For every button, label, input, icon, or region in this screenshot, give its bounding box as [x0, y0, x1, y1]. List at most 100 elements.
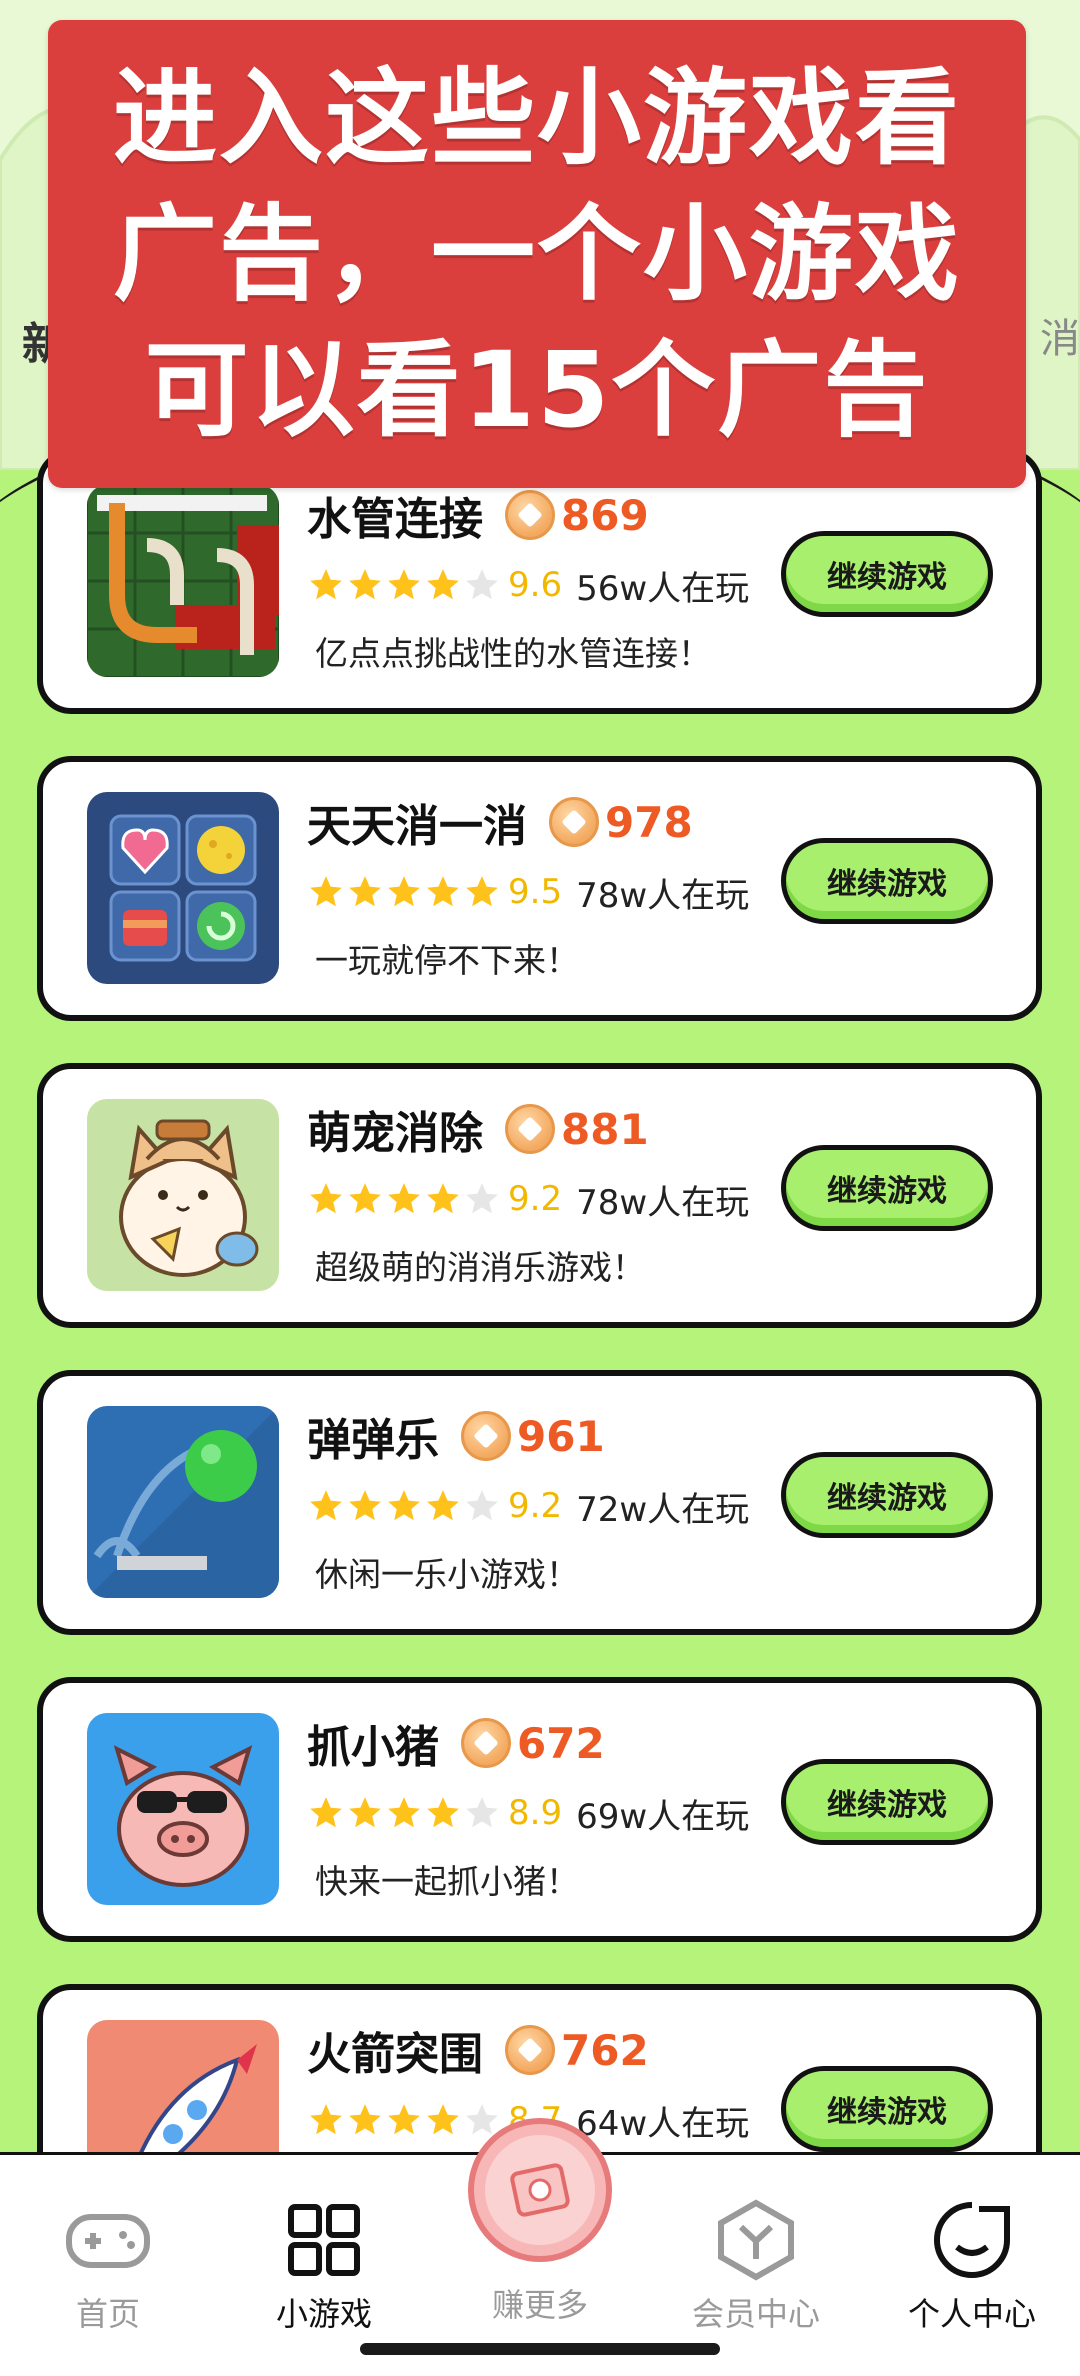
star-filled-icon [427, 569, 459, 600]
star-filled-icon [388, 1797, 420, 1828]
rating-row: 9.5 78w人在玩 [307, 866, 749, 918]
player-count: 56w人在玩 [576, 568, 750, 609]
star-filled-icon [388, 1183, 420, 1214]
rating-score: 9.5 [508, 872, 563, 912]
game-title: 火箭突围 [307, 2029, 483, 2080]
coin-icon [549, 797, 599, 847]
game-title: 萌宠消除 [307, 1108, 483, 1159]
nav-item-home[interactable]: 首页 [28, 2195, 188, 2335]
banner-line-3: 可以看15个广告 [144, 329, 930, 451]
continue-game-button[interactable]: 继续游戏 [781, 1759, 993, 1845]
rating-score: 9.2 [508, 1486, 563, 1526]
continue-game-button[interactable]: 继续游戏 [781, 2066, 993, 2152]
coin-icon [505, 2025, 555, 2075]
coin-reward: 881 [561, 1104, 649, 1154]
title-row: 水管连接 869 [307, 483, 649, 547]
coin-icon [461, 1411, 511, 1461]
star-filled-icon [310, 1183, 342, 1214]
continue-game-button[interactable]: 继续游戏 [781, 1145, 993, 1231]
star-filled-icon [388, 1490, 420, 1521]
player-count: 78w人在玩 [576, 1182, 750, 1223]
player-count: 64w人在玩 [576, 2103, 750, 2144]
game-title: 天天消一消 [307, 801, 527, 852]
banner-line-1: 进入这些小游戏看 [112, 57, 961, 179]
title-row: 火箭突围 762 [307, 2018, 649, 2082]
game-description: 快来一起抓小猪！ [315, 1862, 579, 1901]
home-indicator [360, 2343, 720, 2355]
earn-more-button[interactable] [468, 2118, 612, 2262]
coin-reward: 762 [561, 2025, 649, 2075]
rating-score: 9.2 [508, 1179, 563, 1219]
star-filled-icon [427, 2104, 459, 2135]
star-empty-icon [466, 569, 498, 600]
game-description: 一玩就停不下来！ [315, 941, 579, 980]
star-filled-icon [310, 1490, 342, 1521]
nav-label-home: 首页 [75, 2295, 140, 2333]
rating-row: 9.6 56w人在玩 [307, 559, 749, 611]
hexagon-y-icon [718, 2199, 794, 2281]
star-filled-icon [349, 2104, 381, 2135]
nav-item-mini-games[interactable]: 小游戏 [244, 2195, 404, 2335]
star-filled-icon [388, 2104, 420, 2135]
game-card-match[interactable]: 天天消一消 978 9.5 78w人在玩 一玩就停不下来！ 继续游戏 [37, 756, 1042, 1021]
title-row: 萌宠消除 881 [307, 1097, 649, 1161]
candy-match-icon [87, 792, 279, 984]
rating-score: 8.9 [508, 1793, 563, 1833]
continue-game-button[interactable]: 继续游戏 [781, 1452, 993, 1538]
continue-game-button[interactable]: 继续游戏 [781, 838, 993, 924]
player-count: 72w人在玩 [576, 1489, 750, 1530]
game-title: 水管连接 [307, 494, 483, 545]
star-filled-icon [349, 1797, 381, 1828]
star-rating [307, 566, 502, 604]
title-row: 抓小猪 672 [307, 1711, 605, 1775]
star-filled-icon [310, 876, 342, 907]
star-filled-icon [349, 1183, 381, 1214]
star-filled-icon [427, 1490, 459, 1521]
pipe-puzzle-icon [87, 485, 279, 677]
title-row: 弹弹乐 961 [307, 1404, 605, 1468]
player-count: 69w人在玩 [576, 1796, 750, 1837]
game-card-pet[interactable]: 萌宠消除 881 9.2 78w人在玩 超级萌的消消乐游戏！ 继续游戏 [37, 1063, 1042, 1328]
earn-more-button-inner [485, 2135, 595, 2245]
coin-icon [461, 1718, 511, 1768]
star-filled-icon [349, 569, 381, 600]
star-rating [307, 2101, 502, 2139]
cute-cat-icon [87, 1099, 279, 1291]
nav-label-member-center: 会员中心 [691, 2295, 820, 2333]
nav-label-earn-more: 赚更多 [491, 2286, 588, 2324]
coin-reward: 672 [517, 1718, 605, 1768]
star-filled-icon [388, 569, 420, 600]
rating-row: 9.2 72w人在玩 [307, 1480, 749, 1532]
game-card-pipe[interactable]: 水管连接 869 9.6 56w人在玩 亿点点挑战性的水管连接！ 继续游戏 [37, 449, 1042, 714]
nav-item-personal-center[interactable]: 个人中心 [892, 2195, 1052, 2335]
pig-icon [87, 1713, 279, 1905]
star-filled-icon [427, 1797, 459, 1828]
nav-item-member-center[interactable]: 会员中心 [676, 2195, 836, 2335]
nav-label-personal-center: 个人中心 [907, 2295, 1036, 2333]
game-card-bounce[interactable]: 弹弹乐 961 9.2 72w人在玩 休闲一乐小游戏！ 继续游戏 [37, 1370, 1042, 1635]
star-filled-icon [349, 1490, 381, 1521]
title-row: 天天消一消 978 [307, 790, 693, 854]
promo-banner-overlay: 进入这些小游戏看 广告，一个小游戏 可以看15个广告 [48, 20, 1026, 488]
star-filled-icon [310, 569, 342, 600]
coin-reward: 869 [561, 490, 649, 540]
star-filled-icon [388, 876, 420, 907]
game-title: 弹弹乐 [307, 1415, 439, 1466]
star-rating [307, 1180, 502, 1218]
banner-line-2: 广告，一个小游戏 [112, 193, 961, 315]
coin-icon [505, 490, 555, 540]
star-rating [307, 1794, 502, 1832]
coin-icon [505, 1104, 555, 1154]
continue-game-button[interactable]: 继续游戏 [781, 531, 993, 617]
coin-reward: 978 [605, 797, 693, 847]
coin-reward: 961 [517, 1411, 605, 1461]
grid-icon [288, 2204, 360, 2276]
game-card-pig[interactable]: 抓小猪 672 8.9 69w人在玩 快来一起抓小猪！ 继续游戏 [37, 1677, 1042, 1942]
star-filled-icon [310, 2104, 342, 2135]
game-description: 超级萌的消消乐游戏！ [315, 1248, 645, 1287]
star-empty-icon [466, 1183, 498, 1214]
cash-stack-icon [510, 2163, 570, 2217]
player-count: 78w人在玩 [576, 875, 750, 916]
star-rating [307, 873, 502, 911]
star-rating [307, 1487, 502, 1525]
